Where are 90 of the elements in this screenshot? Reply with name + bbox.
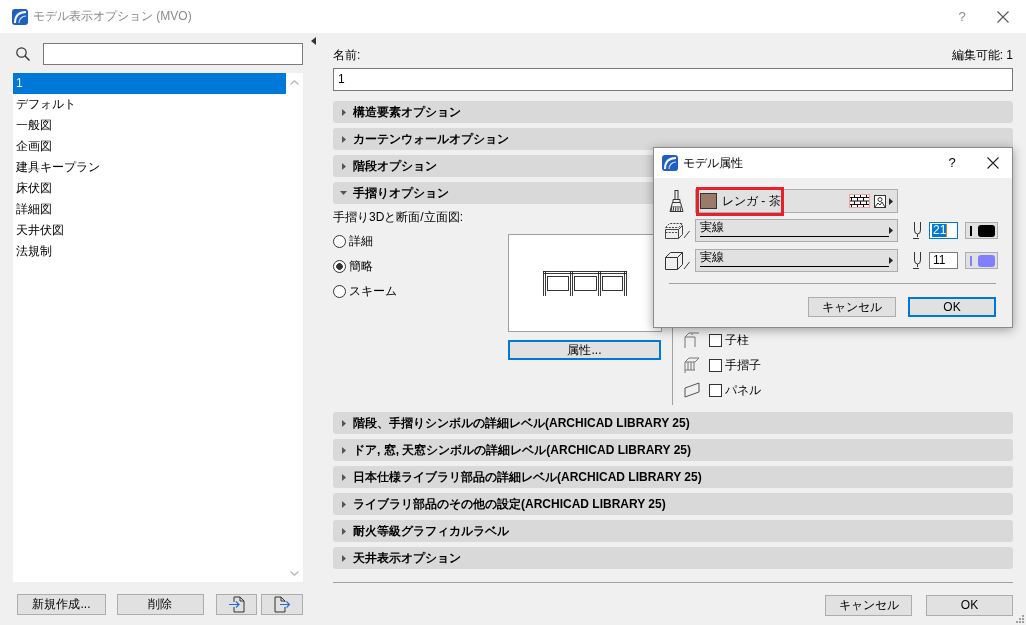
checkbox[interactable]: [709, 358, 722, 372]
section-header[interactable]: 日本仕様ライブラリ部品の詳細レベル(ARCHICAD LIBRARY 25): [333, 466, 1013, 488]
dialog-button[interactable]: OK: [908, 297, 996, 317]
caret-right-icon: [889, 257, 893, 264]
section-slab-icon: [664, 221, 690, 240]
caret-down-icon: [340, 191, 347, 195]
dialog-title: モデル属性: [683, 155, 743, 171]
brick-pattern-icon: [849, 194, 870, 208]
caret-right-icon: [889, 227, 893, 234]
pen-number: 21: [932, 224, 948, 237]
pen-icon: [913, 222, 922, 239]
search-icon: [16, 47, 30, 61]
list-item[interactable]: 天井伏図: [13, 220, 286, 241]
list-item[interactable]: 床伏図: [13, 178, 286, 199]
attributes-button[interactable]: 属性...: [508, 340, 661, 360]
radio-label[interactable]: スキーム: [349, 283, 397, 299]
file-arrow-in-icon: [228, 596, 245, 613]
section-header[interactable]: ライブラリ部品のその他の設定(ARCHICAD LIBRARY 25): [333, 493, 1013, 515]
radio-label[interactable]: 簡略: [349, 258, 373, 274]
pen-color-button[interactable]: [965, 252, 998, 269]
list-item[interactable]: 法規制: [13, 241, 286, 262]
pen-color-button[interactable]: [965, 222, 998, 239]
left-triangle-icon[interactable]: [311, 37, 316, 45]
pen-number: 11: [932, 254, 946, 267]
section-header[interactable]: カーテンウォールオプション: [333, 128, 1013, 150]
editable-count: 編集可能: 1: [951, 47, 1013, 63]
section-header[interactable]: 階段、手摺りシンボルの詳細レベル(ARCHICAD LIBRARY 25): [333, 412, 1013, 434]
image-icon: [874, 194, 886, 208]
brush-icon: [669, 190, 684, 212]
section-header[interactable]: 耐火等級グラフィカルラベル: [333, 520, 1013, 542]
checkbox-label[interactable]: パネル: [725, 382, 761, 398]
close-icon: [987, 157, 999, 169]
section-header[interactable]: 構造要素オプション: [333, 101, 1013, 123]
material-name: レンガ - 茶: [722, 193, 781, 209]
file-arrow-out-icon: [274, 596, 291, 613]
line-sample-icon: [700, 236, 889, 237]
pen-icon: [913, 252, 922, 269]
dialog-button[interactable]: OK: [926, 595, 1013, 616]
railing-post-icon: [684, 332, 700, 348]
radio-button[interactable]: [333, 259, 346, 273]
import-button[interactable]: [215, 594, 258, 615]
caret-right-icon: [341, 473, 346, 481]
checkbox-label[interactable]: 手摺子: [725, 357, 761, 373]
export-button[interactable]: [261, 594, 303, 615]
caret-right-icon: [341, 527, 346, 535]
baluster-icon: [684, 357, 700, 373]
window-title: モデル表示オプション (MVO): [33, 9, 192, 24]
resize-grip-icon[interactable]: [1015, 614, 1024, 623]
checkbox[interactable]: [709, 383, 722, 397]
caret-right-icon: [889, 197, 893, 205]
radio-button[interactable]: [333, 284, 346, 298]
dialog-button[interactable]: キャンセル: [825, 595, 912, 616]
caret-right-icon: [341, 500, 346, 508]
close-icon: [997, 10, 1009, 23]
checkbox[interactable]: [709, 333, 722, 347]
list-item[interactable]: 1: [13, 73, 286, 94]
pen-number-field[interactable]: 21: [929, 222, 958, 239]
sidebar-button[interactable]: 新規作成...: [17, 594, 106, 615]
list-item[interactable]: 建具キープラン: [13, 157, 286, 178]
checkbox-label[interactable]: 子柱: [725, 332, 749, 348]
surface-dropdown[interactable]: レンガ - 茶: [695, 189, 898, 213]
list-item[interactable]: 企画図: [13, 136, 286, 157]
caret-right-icon: [341, 108, 346, 116]
caret-right-icon: [341, 419, 346, 427]
cube-icon: [664, 250, 690, 271]
line-type-dropdown[interactable]: 実線: [695, 249, 898, 272]
app-logo-icon: [12, 8, 28, 25]
app-logo-icon: [662, 155, 678, 171]
name-label: 名前:: [333, 47, 361, 63]
caret-right-icon: [341, 162, 346, 170]
list-item[interactable]: 詳細図: [13, 199, 286, 220]
sidebar-button[interactable]: 削除: [116, 594, 204, 615]
pen-number-field[interactable]: 11: [929, 252, 958, 269]
name-field[interactable]: 1: [333, 68, 1013, 91]
line-type-dropdown[interactable]: 実線: [695, 219, 898, 242]
panel-icon: [684, 382, 700, 398]
section-header[interactable]: 天井表示オプション: [333, 547, 1013, 569]
section-header[interactable]: ドア, 窓, 天窓シンボルの詳細レベル(ARCHICAD LIBRARY 25): [333, 439, 1013, 461]
caret-right-icon: [341, 135, 346, 143]
caret-right-icon: [341, 554, 346, 562]
help-button[interactable]: ?: [952, 4, 972, 29]
radio-label[interactable]: 詳細: [349, 233, 373, 249]
caret-right-icon: [341, 446, 346, 454]
list-item[interactable]: 一般図: [13, 115, 286, 136]
list-item[interactable]: デフォルト: [13, 94, 286, 115]
dialog-button[interactable]: キャンセル: [808, 297, 896, 317]
radio-button[interactable]: [333, 234, 346, 248]
search-field[interactable]: [43, 43, 303, 65]
section-label: 手摺り3Dと断面/立面図:: [333, 209, 463, 225]
line-sample-icon: [700, 266, 889, 267]
